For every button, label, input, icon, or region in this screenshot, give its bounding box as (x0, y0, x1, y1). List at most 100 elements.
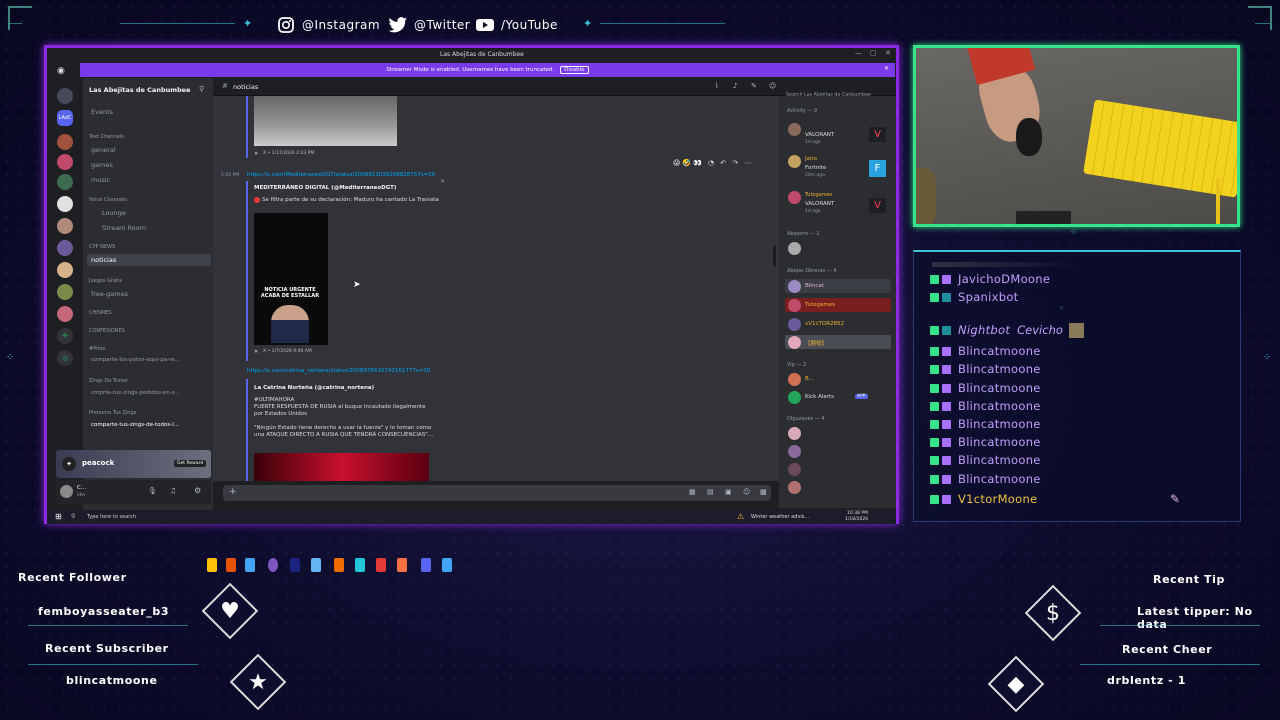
taskbar-app-icon[interactable] (311, 558, 321, 572)
gif-icon[interactable]: ▤ (707, 488, 714, 496)
add-member-icon[interactable]: ⚲ (199, 85, 204, 93)
avatar[interactable] (788, 318, 801, 331)
server-icon-active[interactable]: LAdC (57, 110, 73, 126)
embed-image[interactable] (254, 453, 429, 481)
taskbar-app-icon[interactable] (397, 558, 407, 572)
server-name[interactable]: Las Abejitas de Canbumbee (89, 86, 190, 94)
channel-noticias[interactable]: noticias (91, 256, 116, 264)
taskbar-app-icon[interactable] (355, 558, 365, 572)
embed-close-icon[interactable]: ✕ (440, 178, 445, 185)
category-pitos[interactable]: #Pitos (89, 346, 105, 352)
category-text-channels[interactable]: Text Channels (89, 134, 124, 140)
avatar[interactable] (788, 336, 801, 349)
channel-stream-room[interactable]: Stream Room (102, 224, 146, 232)
twitter-link[interactable]: @Twitter (388, 14, 470, 36)
channel-games[interactable]: games (91, 161, 113, 169)
get-reward-button[interactable]: Get Reward (174, 460, 207, 467)
avatar[interactable] (788, 123, 801, 136)
member-name[interactable]: 【腕桜】 (805, 339, 827, 347)
avatar[interactable] (788, 191, 801, 204)
taskbar-app-icon[interactable] (442, 558, 452, 572)
threads-icon[interactable]: ⌇ (715, 82, 718, 90)
server-icon[interactable] (57, 262, 73, 278)
taskbar-app-icon[interactable] (245, 558, 255, 572)
maximize-icon[interactable]: ▢ (870, 49, 877, 57)
avatar[interactable] (788, 299, 801, 312)
channel-free-games[interactable]: free-games (91, 290, 128, 298)
add-attachment-icon[interactable]: + (229, 487, 237, 497)
taskbar-app-icon[interactable] (207, 558, 217, 572)
avatar[interactable] (788, 463, 801, 476)
taskbar-app-icon[interactable] (226, 558, 236, 572)
discord-logo-icon[interactable]: ◉ (57, 66, 73, 78)
gear-icon[interactable]: ⚙ (194, 486, 201, 495)
member-name[interactable]: Blincat (805, 283, 824, 289)
server-icon[interactable] (57, 306, 73, 322)
category-juegos[interactable]: Juegos Gratis (89, 278, 122, 284)
avatar[interactable] (788, 155, 801, 168)
member-name[interactable]: B... (805, 376, 814, 382)
members-icon[interactable]: ☺ (769, 82, 776, 90)
avatar[interactable] (788, 481, 801, 494)
server-icon[interactable] (57, 240, 73, 256)
gift-icon[interactable]: ▦ (689, 488, 696, 496)
channel-lounge[interactable]: Lounge (102, 209, 126, 217)
mic-icon[interactable]: 🎙 (148, 487, 157, 495)
windows-start-icon[interactable]: ⊞ (55, 512, 62, 521)
channel-general[interactable]: general (91, 146, 116, 154)
avatar[interactable] (60, 485, 73, 498)
disable-button[interactable]: Disable (560, 66, 589, 74)
emoji-icon[interactable]: ☺ (743, 488, 750, 496)
category-zings[interactable]: Zings De Troleo (89, 378, 128, 384)
message-input[interactable]: + ▦ ▤ ▣ ☺ ▩ (223, 485, 771, 501)
pin-icon[interactable]: ✎ (751, 82, 757, 90)
channel-comparte-zings-todos[interactable]: comparte-tus-zings-de-todos-l... (91, 422, 179, 428)
taskbar-app-icon[interactable] (421, 558, 431, 572)
kick-logo-icon[interactable] (788, 391, 801, 404)
channel-comparte-potos[interactable]: comparte-los-potos-aqui-pa-re... (91, 357, 180, 363)
avatar[interactable] (788, 427, 801, 440)
avatar[interactable] (788, 242, 801, 255)
add-server-icon[interactable]: + (57, 328, 73, 344)
apps-icon[interactable]: ▩ (760, 488, 767, 496)
category-voice[interactable]: Voice Channels (89, 197, 127, 203)
taskbar-app-icon[interactable] (290, 558, 300, 572)
discover-icon[interactable]: ◎ (57, 350, 73, 366)
minimize-icon[interactable]: — (855, 49, 862, 57)
scrollbar[interactable] (773, 246, 776, 266)
video-thumbnail[interactable]: NOTICIA URGENTE ACABA DE ESTALLAR (254, 213, 328, 345)
bell-icon[interactable]: ♪ (733, 82, 737, 90)
server-icon[interactable] (57, 218, 73, 234)
member-name[interactable]: Kick Alerts (805, 394, 834, 400)
member-name[interactable]: vV1cTOR2852 (805, 321, 844, 327)
clock[interactable]: 10:38 PM (847, 511, 868, 516)
taskbar-app-icon[interactable] (376, 558, 386, 572)
date[interactable]: 1/18/2026 (845, 517, 868, 522)
server-icon[interactable] (57, 88, 73, 104)
category-confesiones[interactable]: CONFESIONES (89, 328, 125, 334)
member-name[interactable]: Tutogames (805, 302, 835, 308)
search-input[interactable]: Search Las Abejitas de Canbumbee (783, 81, 891, 98)
taskbar-app-icon[interactable] (334, 558, 344, 572)
server-icon[interactable] (57, 134, 73, 150)
server-icon[interactable] (57, 196, 73, 212)
headphones-icon[interactable]: ♫ (170, 487, 176, 495)
category-chismes[interactable]: CHISMES (89, 310, 112, 316)
taskbar-app-icon[interactable] (268, 558, 278, 572)
sticker-icon[interactable]: ▣ (725, 488, 732, 496)
youtube-link[interactable]: /YouTube (475, 14, 558, 36)
embed-image[interactable] (254, 96, 397, 146)
message-link[interactable]: https://x.com/catrina_nortena/status/200… (247, 368, 430, 374)
server-icon[interactable] (57, 154, 73, 170)
channel-music[interactable]: music (91, 176, 110, 184)
server-icon[interactable] (57, 284, 73, 300)
events-item[interactable]: Events (91, 108, 113, 116)
server-icon[interactable] (57, 174, 73, 190)
avatar[interactable] (788, 280, 801, 293)
close-icon[interactable]: ✕ (885, 49, 891, 57)
avatar[interactable] (788, 445, 801, 458)
category-prenuma[interactable]: Prenuma Tus Zings (89, 410, 136, 416)
taskbar-search[interactable]: Type here to search (87, 514, 136, 520)
weather-text[interactable]: Winter weather advis... (751, 514, 809, 520)
message-link[interactable]: https://x.com/MediterraneoDGT/status/200… (247, 172, 435, 178)
